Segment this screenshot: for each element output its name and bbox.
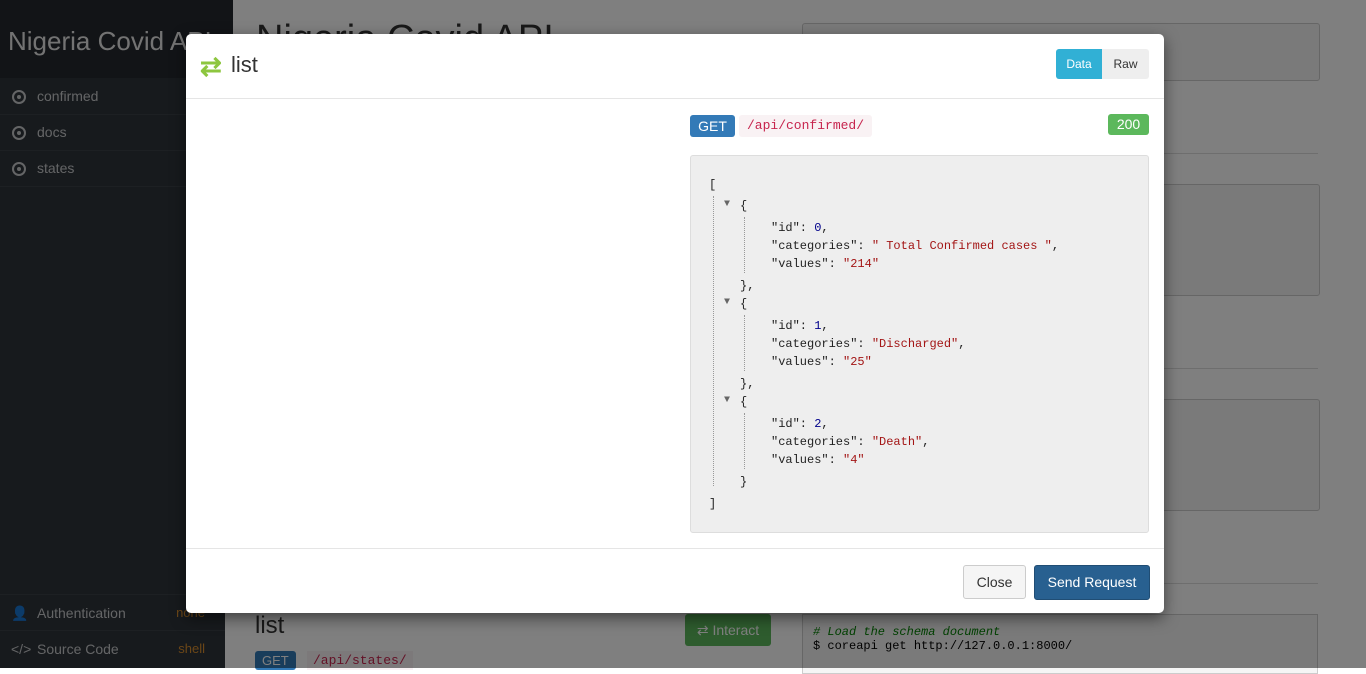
json-open-brace: { (740, 297, 748, 311)
raw-tab-button[interactable]: Raw (1102, 49, 1149, 79)
collapse-triangle-icon[interactable]: ▼ (724, 199, 730, 210)
json-line-id: "id": 2, (771, 417, 829, 431)
json-value: "25" (843, 355, 872, 369)
json-indent-guide (713, 196, 714, 486)
json-line-categories: "categories": " Total Confirmed cases ", (771, 239, 1060, 253)
modal-footer: Close Send Request (186, 548, 1164, 614)
close-button[interactable]: Close (963, 565, 1026, 599)
request-path: /api/confirmed/ (739, 115, 873, 137)
json-close-bracket: ] (709, 497, 717, 511)
json-line-values: "values": "4" (771, 453, 865, 467)
send-request-button[interactable]: Send Request (1034, 565, 1150, 600)
json-value: "214" (843, 257, 880, 271)
json-value: 0 (814, 221, 822, 235)
json-indent-guide (744, 413, 745, 469)
json-value: "4" (843, 453, 865, 467)
json-indent-guide (744, 315, 745, 371)
method-badge: GET (690, 115, 735, 137)
json-indent-guide (744, 217, 745, 273)
modal-header: ⇄ list Data Raw (186, 34, 1164, 99)
json-open-bracket: [ (709, 178, 717, 192)
json-value: "Discharged" (871, 337, 959, 351)
collapse-triangle-icon[interactable]: ▼ (724, 395, 730, 406)
json-value: " Total Confirmed cases " (871, 239, 1052, 253)
json-line-values: "values": "25" (771, 355, 872, 369)
data-tab-button[interactable]: Data (1056, 49, 1102, 79)
collapse-triangle-icon[interactable]: ▼ (724, 297, 730, 308)
json-open-brace: { (740, 199, 748, 213)
status-badge: 200 (1108, 114, 1149, 135)
response-body: [ ▼ { "id": 0, "categories": " Total Con… (690, 155, 1149, 533)
modal-title: list (231, 52, 258, 77)
json-line-categories: "categories": "Discharged", (771, 337, 966, 351)
json-line-values: "values": "214" (771, 257, 880, 271)
json-value: 1 (814, 319, 822, 333)
json-value: 2 (814, 417, 822, 431)
exchange-icon: ⇄ (200, 51, 222, 81)
json-close-brace: }, (740, 377, 755, 391)
json-close-brace: }, (740, 279, 755, 293)
json-close-brace: } (740, 475, 748, 489)
json-open-brace: { (740, 395, 748, 409)
json-line-categories: "categories": "Death", (771, 435, 930, 449)
interact-modal: ⇄ list Data Raw GET /api/confirmed/ 200 … (186, 34, 1164, 613)
json-line-id: "id": 1, (771, 319, 829, 333)
json-line-id: "id": 0, (771, 221, 829, 235)
json-value: "Death" (871, 435, 923, 449)
